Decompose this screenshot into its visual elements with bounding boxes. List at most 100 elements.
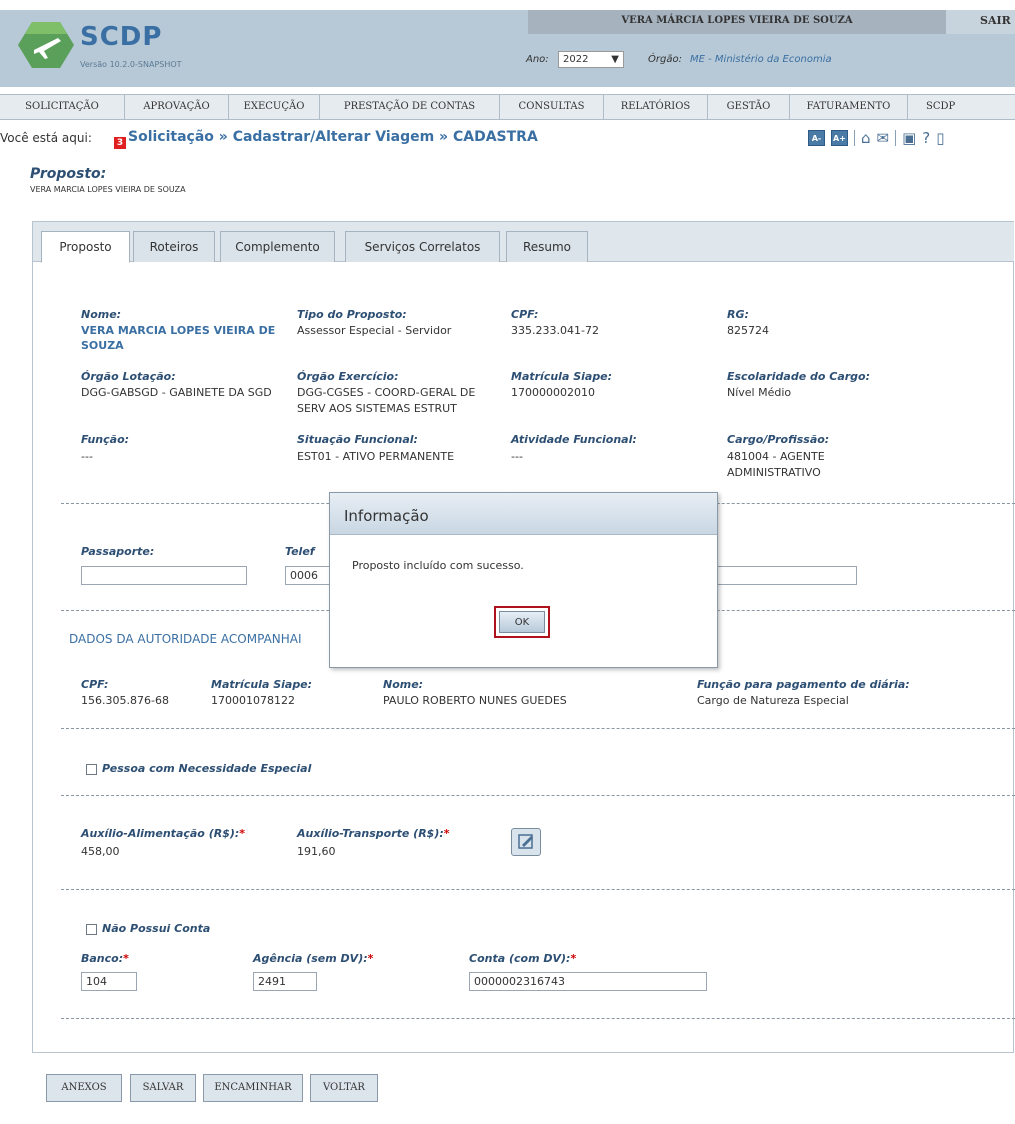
auxilio-transporte-label: Auxílio-Transporte (R$):* xyxy=(297,827,450,840)
app-title: SCDP xyxy=(80,22,163,52)
notifications-badge: 3 xyxy=(114,137,126,149)
atividade-funcional-value: --- xyxy=(511,450,523,463)
agencia-input[interactable]: 2491 xyxy=(253,972,317,991)
cpf-value: 335.233.041-72 xyxy=(511,324,599,337)
auxilio-alimentacao-label: Auxílio-Alimentação (R$):* xyxy=(81,827,245,840)
matricula-siape-label: Matrícula Siape: xyxy=(511,370,613,383)
passaporte-input[interactable] xyxy=(81,566,247,585)
funcao-label: Função: xyxy=(81,433,130,446)
toolbar-divider xyxy=(854,130,855,146)
menu-item-consultas[interactable]: CONSULTAS xyxy=(500,95,604,119)
auxilio-alimentacao-label-text: Auxílio-Alimentação (R$): xyxy=(81,827,240,840)
ok-button[interactable]: OK xyxy=(499,611,545,633)
required-mark: * xyxy=(367,952,374,965)
section-divider xyxy=(61,1018,1015,1019)
logout-link[interactable]: SAIR xyxy=(946,10,1015,34)
year-label: Ano: xyxy=(526,54,549,65)
required-mark: * xyxy=(443,827,450,840)
tab-roteiros[interactable]: Roteiros xyxy=(133,231,215,262)
cargo-value: 481004 - AGENTE ADMINISTRATIVO xyxy=(727,450,825,479)
menu-item-gestao[interactable]: GESTÃO xyxy=(708,95,790,119)
breadcrumb-path[interactable]: Solicitação » Cadastrar/Alterar Viagem »… xyxy=(128,129,538,145)
situacao-funcional-label: Situação Funcional: xyxy=(297,433,418,446)
organ-label: Órgão: xyxy=(648,54,682,65)
tab-strip: Proposto Roteiros Complemento Serviços C… xyxy=(33,222,1014,263)
tab-complemento[interactable]: Complemento xyxy=(220,231,335,262)
app-logo: SCDP Versão 10.2.0-SNAPSHOT xyxy=(18,18,218,78)
escolaridade-label: Escolaridade do Cargo: xyxy=(727,370,870,383)
nome-label: Nome: xyxy=(81,308,122,321)
escolaridade-value: Nível Médio xyxy=(727,386,792,399)
banco-label-text: Banco: xyxy=(81,952,124,965)
breadcrumb-label: Você está aqui: xyxy=(0,131,92,145)
manual-icon[interactable]: ▯ xyxy=(936,129,944,147)
menu-item-scdp[interactable]: SCDP xyxy=(908,95,1015,119)
telefone-input[interactable]: 0006 xyxy=(285,566,331,585)
edit-icon xyxy=(518,834,533,849)
tab-resumo[interactable]: Resumo xyxy=(506,231,588,262)
salvar-button[interactable]: SALVAR xyxy=(130,1074,196,1102)
anexos-button[interactable]: ANEXOS xyxy=(46,1074,122,1102)
dialog-message: Proposto incluído com sucesso. xyxy=(352,559,524,572)
required-mark: * xyxy=(570,952,577,965)
header-top-strip xyxy=(0,0,1015,10)
autoridade-cpf-label: CPF: xyxy=(81,678,109,691)
menu-item-solicitacao[interactable]: SOLICITAÇÃO xyxy=(0,95,125,119)
help-icon[interactable]: ? xyxy=(922,129,930,147)
banco-label: Banco:* xyxy=(81,952,129,965)
agencia-label: Agência (sem DV):* xyxy=(253,952,373,965)
tab-proposto[interactable]: Proposto xyxy=(41,231,130,263)
font-increase-button[interactable]: A+ xyxy=(831,130,848,146)
nao-possui-conta-checkbox[interactable] xyxy=(86,924,97,935)
menu-item-aprovacao[interactable]: APROVAÇÃO xyxy=(125,95,229,119)
autoridade-nome-value: PAULO ROBERTO NUNES GUEDES xyxy=(383,694,567,707)
font-decrease-button[interactable]: A- xyxy=(808,130,825,146)
messages-icon[interactable]: ✉ xyxy=(877,129,890,147)
autoridade-funcao-value: Cargo de Natureza Especial xyxy=(697,694,849,707)
home-icon[interactable]: ⌂ xyxy=(861,129,871,147)
voltar-button[interactable]: VOLTAR xyxy=(310,1074,378,1102)
proposto-name: VERA MARCIA LOPES VIEIRA DE SOUZA xyxy=(30,185,186,194)
menu-item-execucao[interactable]: EXECUÇÃO xyxy=(229,95,320,119)
chevron-down-icon: ▼ xyxy=(611,54,619,65)
user-name: VERA MÁRCIA LOPES VIEIRA DE SOUZA xyxy=(528,10,946,34)
menu-item-relatorios[interactable]: RELATÓRIOS xyxy=(604,95,708,119)
encaminhar-button[interactable]: ENCAMINHAR xyxy=(203,1074,303,1102)
section-divider xyxy=(61,889,1015,890)
dialog-title: Informação xyxy=(330,493,717,535)
conta-label: Conta (com DV):* xyxy=(469,952,576,965)
toolbar-icons: A- A+ ⌂ ✉ ▣ ? ▯ xyxy=(808,128,945,148)
telefone-label: Telef xyxy=(285,545,315,558)
necessidade-especial-label: Pessoa com Necessidade Especial xyxy=(102,762,312,775)
menu-item-prestacao-de-contas[interactable]: PRESTAÇÃO DE CONTAS xyxy=(320,95,500,119)
cpf-label: CPF: xyxy=(511,308,539,321)
required-mark: * xyxy=(239,827,246,840)
nao-possui-conta-label: Não Possui Conta xyxy=(102,922,211,935)
organ-value[interactable]: ME - Ministério da Economia xyxy=(690,54,832,65)
airplane-logo-icon xyxy=(18,22,74,68)
conta-input[interactable]: 0000002316743 xyxy=(469,972,707,991)
nome-value: VERA MARCIA LOPES VIEIRA DE SOUZA xyxy=(81,324,276,352)
app-header: SCDP Versão 10.2.0-SNAPSHOT VERA MÁRCIA … xyxy=(0,0,1015,87)
cargo-label: Cargo/Profissão: xyxy=(727,433,830,446)
required-mark: * xyxy=(123,952,129,965)
tab-servicos-correlatos[interactable]: Serviços Correlatos xyxy=(345,231,500,262)
auxilio-transporte-value: 191,60 xyxy=(297,845,336,858)
main-menu: SOLICITAÇÃO APROVAÇÃO EXECUÇÃO PRESTAÇÃO… xyxy=(0,94,1015,120)
conta-label-text: Conta (com DV): xyxy=(469,952,571,965)
autoridade-nome-label: Nome: xyxy=(383,678,424,691)
agencia-label-text: Agência (sem DV): xyxy=(253,952,368,965)
year-select[interactable]: 2022 ▼ xyxy=(558,51,624,68)
passaporte-label: Passaporte: xyxy=(81,545,155,558)
autoridade-funcao-label: Função para pagamento de diária: xyxy=(697,678,910,691)
email-input[interactable] xyxy=(717,566,857,585)
video-icon[interactable]: ▣ xyxy=(902,129,916,147)
edit-auxilios-button[interactable] xyxy=(511,828,541,856)
banco-input[interactable]: 104 xyxy=(81,972,137,991)
section-divider xyxy=(61,795,1015,796)
orgao-exercicio-value: DGG-CGSES - COORD-GERAL DE SERV AOS SIST… xyxy=(297,386,476,415)
necessidade-especial-checkbox[interactable] xyxy=(86,764,97,775)
orgao-lotacao-label: Órgão Lotação: xyxy=(81,370,176,383)
menu-item-faturamento[interactable]: FATURAMENTO xyxy=(790,95,908,119)
app-version: Versão 10.2.0-SNAPSHOT xyxy=(80,60,182,69)
